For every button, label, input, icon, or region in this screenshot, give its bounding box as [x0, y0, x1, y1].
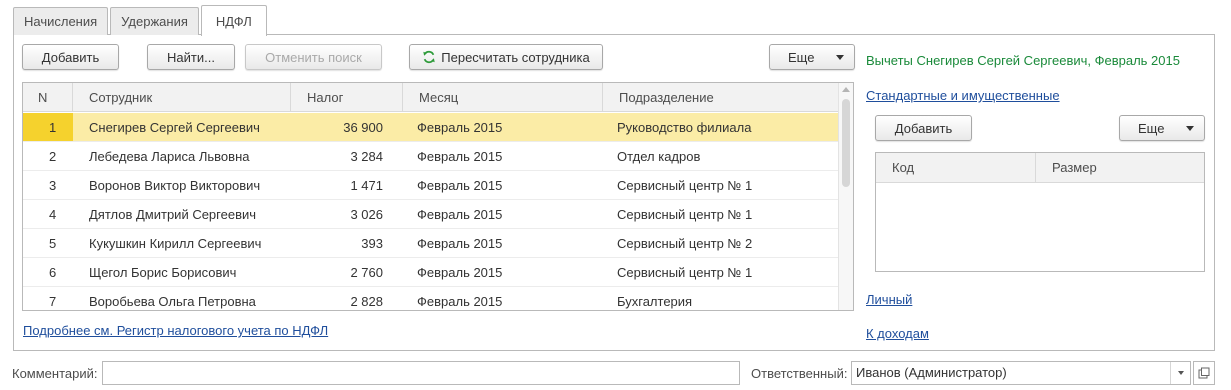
table-row[interactable]: 1 Снегирев Сергей Сергеевич 36 900 Февра… [23, 113, 839, 142]
deductions-title: Вычеты Снегирев Сергей Сергеевич, Феврал… [866, 53, 1180, 68]
table-row[interactable]: 2 Лебедева Лариса Львовна 3 284 Февраль … [23, 142, 839, 171]
cell-month: Февраль 2015 [417, 265, 503, 280]
cell-department: Отдел кадров [617, 149, 701, 164]
cell-employee: Дятлов Дмитрий Сергеевич [89, 207, 257, 222]
cell-month: Февраль 2015 [417, 294, 503, 309]
deductions-add-label: Добавить [894, 120, 953, 136]
cell-employee: Воробьева Ольга Петровна [89, 294, 256, 309]
cell-tax: 1 471 [350, 178, 383, 193]
table-row[interactable]: 5 Кукушкин Кирилл Сергеевич 393 Февраль … [23, 229, 839, 258]
chevron-down-icon [836, 54, 844, 60]
table-row[interactable]: 6 Щегол Борис Борисович 2 760 Февраль 20… [23, 258, 839, 287]
cell-tax: 2 760 [350, 265, 383, 280]
to-income-link[interactable]: К доходам [866, 326, 929, 341]
cell-tax: 393 [361, 236, 383, 251]
cell-tax: 3 026 [350, 207, 383, 222]
cell-n: 2 [49, 149, 57, 164]
column-header-department[interactable]: Подразделение [603, 83, 839, 112]
ndfl-table[interactable]: N Сотрудник Налог Месяц Подразделение 1 … [22, 82, 854, 311]
open-form-icon[interactable] [1193, 361, 1215, 385]
deductions-table-header: Код Размер [876, 153, 1204, 183]
add-button-label: Добавить [41, 49, 100, 65]
cell-department: Сервисный центр № 1 [617, 178, 753, 193]
responsible-dropdown-button[interactable] [1170, 362, 1190, 384]
cell-n: 5 [49, 236, 57, 251]
column-header-month[interactable]: Месяц [403, 83, 603, 112]
column-header-employee[interactable]: Сотрудник [73, 83, 291, 112]
cell-n: 1 [49, 120, 57, 135]
tab-ndfl[interactable]: НДФЛ [200, 5, 267, 36]
cell-employee: Снегирев Сергей Сергеевич [89, 120, 260, 135]
cell-department: Сервисный центр № 1 [617, 207, 753, 222]
cell-n: 7 [49, 294, 57, 309]
cell-employee: Щегол Борис Борисович [89, 265, 237, 280]
cell-month: Февраль 2015 [417, 149, 503, 164]
tab-accruals[interactable]: Начисления [13, 7, 109, 35]
cell-month: Февраль 2015 [417, 207, 503, 222]
table-row[interactable]: 4 Дятлов Дмитрий Сергеевич 3 026 Февраль… [23, 200, 839, 229]
table-scrollbar[interactable] [838, 83, 853, 310]
cancel-search-button[interactable]: Отменить поиск [245, 44, 382, 70]
tab-deductions[interactable]: Удержания [110, 7, 199, 35]
scroll-up-icon[interactable] [842, 87, 850, 92]
deductions-more-label: Еще [1138, 120, 1165, 136]
cell-n: 3 [49, 178, 57, 193]
column-header-tax[interactable]: Налог [291, 83, 403, 112]
open-form-glyph [1198, 367, 1210, 379]
table-row[interactable]: 3 Воронов Виктор Викторович 1 471 Феврал… [23, 171, 839, 200]
cell-month: Февраль 2015 [417, 120, 503, 135]
deductions-table[interactable]: Код Размер [875, 152, 1205, 272]
table-row[interactable]: 7 Воробьева Ольга Петровна 2 828 Февраль… [23, 287, 839, 310]
table-header: N Сотрудник Налог Месяц Подразделение [23, 83, 839, 112]
cell-tax: 36 900 [343, 120, 383, 135]
chevron-down-icon [1177, 371, 1184, 375]
cell-n: 6 [49, 265, 57, 280]
cell-tax: 2 828 [350, 294, 383, 309]
chevron-down-icon [1186, 125, 1194, 131]
cell-employee: Лебедева Лариса Львовна [89, 149, 250, 164]
cell-month: Февраль 2015 [417, 178, 503, 193]
ndfl-register-link[interactable]: Подробнее см. Регистр налогового учета п… [23, 323, 328, 338]
cancel-search-label: Отменить поиск [265, 49, 362, 65]
standard-deductions-link[interactable]: Стандартные и имущественные [866, 88, 1060, 103]
cell-department: Сервисный центр № 2 [617, 236, 753, 251]
responsible-label: Ответственный: [751, 366, 848, 381]
recalculate-label: Пересчитать сотрудника [441, 49, 590, 65]
add-button[interactable]: Добавить [22, 44, 119, 70]
cell-employee: Воронов Виктор Викторович [89, 178, 261, 193]
cell-department: Руководство филиала [617, 120, 752, 135]
more-button[interactable]: Еще [769, 44, 855, 70]
cell-month: Февраль 2015 [417, 236, 503, 251]
responsible-select[interactable]: Иванов (Администратор) [851, 361, 1191, 385]
responsible-value: Иванов (Администратор) [856, 365, 1007, 380]
column-header-amount[interactable]: Размер [1036, 153, 1204, 183]
row-selection-marker [23, 113, 73, 141]
recalculate-employee-button[interactable]: Пересчитать сотрудника [409, 44, 603, 70]
refresh-icon [423, 50, 435, 64]
cell-department: Сервисный центр № 1 [617, 265, 753, 280]
comment-label: Комментарий: [12, 366, 98, 381]
deductions-add-button[interactable]: Добавить [875, 115, 972, 141]
cell-n: 4 [49, 207, 57, 222]
personal-deduction-link[interactable]: Личный [866, 292, 912, 307]
find-button-label: Найти... [167, 49, 215, 65]
tab-bar: Начисления Удержания НДФЛ [13, 5, 269, 36]
find-button[interactable]: Найти... [147, 44, 235, 70]
column-header-n[interactable]: N [23, 83, 73, 112]
deductions-more-button[interactable]: Еще [1119, 115, 1205, 141]
cell-department: Бухгалтерия [617, 294, 693, 309]
scroll-thumb[interactable] [842, 99, 850, 187]
cell-tax: 3 284 [350, 149, 383, 164]
cell-employee: Кукушкин Кирилл Сергеевич [89, 236, 262, 251]
more-button-label: Еще [788, 49, 815, 65]
column-header-code[interactable]: Код [876, 153, 1036, 183]
comment-input[interactable] [102, 361, 740, 385]
